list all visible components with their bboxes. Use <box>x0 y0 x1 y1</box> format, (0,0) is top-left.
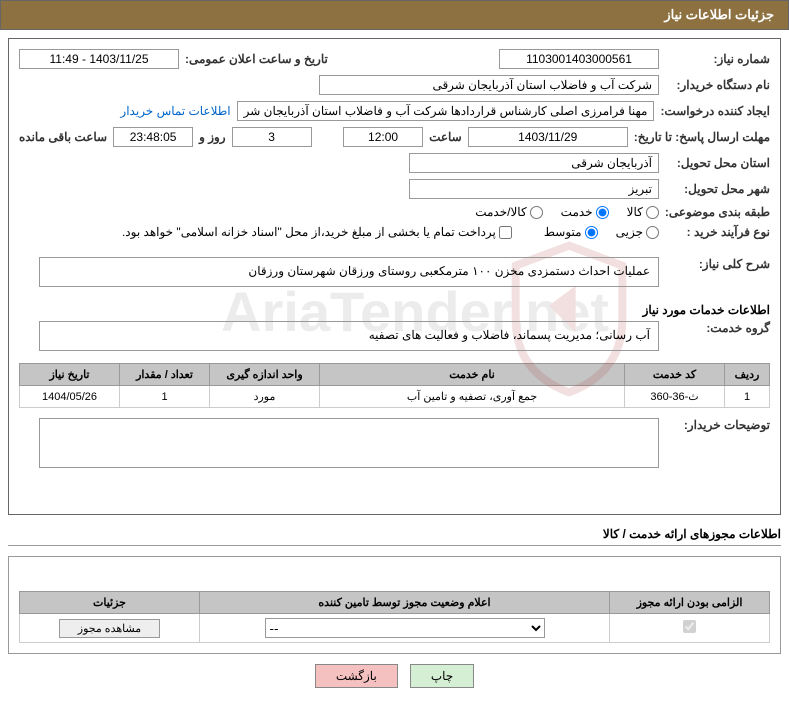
lbl-announce: تاریخ و ساعت اعلان عمومی: <box>185 52 328 66</box>
th-code: کد خدمت <box>625 364 725 386</box>
view-license-button[interactable]: مشاهده مجوز <box>59 619 160 638</box>
lbl-purchase-type: نوع فرآیند خرید : <box>665 225 770 239</box>
cell-date: 1404/05/26 <box>20 386 120 408</box>
treasury-note: پرداخت تمام یا بخشی از مبلغ خرید،از محل … <box>122 225 496 239</box>
services-table: ردیف کد خدمت نام خدمت واحد اندازه گیری ت… <box>19 363 770 408</box>
buyer-org: شرکت آب و فاضلاب استان آذربایجان شرقی <box>319 75 659 95</box>
th-mandatory: الزامی بودن ارائه مجوز <box>610 592 770 614</box>
th-date: تاریخ نیاز <box>20 364 120 386</box>
days-left: 3 <box>232 127 312 147</box>
need-desc: عملیات احداث دستمزدی مخزن ۱۰۰ مترمکعبی ر… <box>39 257 659 287</box>
radio-medium-label: متوسط <box>544 225 582 239</box>
license-table: الزامی بودن ارائه مجوز اعلام وضعیت مجوز … <box>19 591 770 643</box>
status-select[interactable]: -- <box>265 618 545 638</box>
table-row: -- مشاهده مجوز <box>20 614 770 643</box>
back-button[interactable]: بازگشت <box>315 664 398 688</box>
lbl-requester: ایجاد کننده درخواست: <box>660 104 770 118</box>
lbl-need-number: شماره نیاز: <box>665 52 770 66</box>
city: تبریز <box>409 179 659 199</box>
radio-partial[interactable] <box>646 226 659 239</box>
services-info-title: اطلاعات خدمات مورد نیاز <box>19 303 770 317</box>
action-buttons: چاپ بازگشت <box>0 664 789 688</box>
th-details: جزئیات <box>20 592 200 614</box>
cell-unit: مورد <box>210 386 320 408</box>
checkbox-treasury[interactable] <box>499 226 512 239</box>
lbl-need-desc: شرح کلی نیاز: <box>665 257 770 271</box>
radio-goods-service[interactable] <box>530 206 543 219</box>
th-status: اعلام وضعیت مجوز توسط تامین کننده <box>200 592 610 614</box>
deadline-date: 1403/11/29 <box>468 127 628 147</box>
cell-code: ث-36-360 <box>625 386 725 408</box>
buyer-contact-link[interactable]: اطلاعات تماس خریدار <box>120 104 230 118</box>
th-row: ردیف <box>725 364 770 386</box>
category-radio-group: کالا خدمت کالا/خدمت <box>475 205 659 219</box>
page-title: جزئیات اطلاعات نیاز <box>0 0 789 30</box>
need-number: 1103001403000561 <box>499 49 659 69</box>
lbl-remaining: ساعت باقی مانده <box>19 130 107 144</box>
checkbox-mandatory <box>683 620 696 633</box>
requester: مهنا فرامرزی اصلی کارشناس قراردادها شرکت… <box>237 101 655 121</box>
radio-partial-label: جزیی <box>616 225 643 239</box>
license-section-title: اطلاعات مجوزهای ارائه خدمت / کالا <box>8 523 781 546</box>
license-panel: الزامی بودن ارائه مجوز اعلام وضعیت مجوز … <box>8 556 781 654</box>
print-button[interactable]: چاپ <box>410 664 474 688</box>
radio-service[interactable] <box>596 206 609 219</box>
details-panel: AriaTender.net شماره نیاز: 1103001403000… <box>8 38 781 515</box>
deadline-hour: 12:00 <box>343 127 423 147</box>
lbl-buyer-org: نام دستگاه خریدار: <box>665 78 770 92</box>
lbl-buyer-notes: توضیحات خریدار: <box>665 418 770 432</box>
lbl-category: طبقه بندی موضوعی: <box>665 205 770 219</box>
buyer-notes <box>39 418 659 468</box>
lbl-service-group: گروه خدمت: <box>665 321 770 335</box>
th-unit: واحد اندازه گیری <box>210 364 320 386</box>
purchase-type-radio-group: جزیی متوسط <box>544 225 659 239</box>
table-row: 1 ث-36-360 جمع آوری، تصفیه و تامین آب مو… <box>20 386 770 408</box>
radio-medium[interactable] <box>585 226 598 239</box>
lbl-city: شهر محل تحویل: <box>665 182 770 196</box>
cell-row: 1 <box>725 386 770 408</box>
radio-goods-service-label: کالا/خدمت <box>475 205 526 219</box>
announce-datetime: 1403/11/25 - 11:49 <box>19 49 179 69</box>
lbl-days-and: روز و <box>199 130 226 144</box>
cell-qty: 1 <box>120 386 210 408</box>
radio-goods[interactable] <box>646 206 659 219</box>
th-name: نام خدمت <box>320 364 625 386</box>
lbl-deadline: مهلت ارسال پاسخ: تا تاریخ: <box>634 130 770 144</box>
province: آذربایجان شرقی <box>409 153 659 173</box>
th-qty: تعداد / مقدار <box>120 364 210 386</box>
lbl-province: استان محل تحویل: <box>665 156 770 170</box>
hours-left: 23:48:05 <box>113 127 193 147</box>
lbl-hour: ساعت <box>429 130 462 144</box>
service-group: آب رسانی؛ مدیریت پسماند، فاضلاب و فعالیت… <box>39 321 659 351</box>
radio-service-label: خدمت <box>561 205 593 219</box>
cell-name: جمع آوری، تصفیه و تامین آب <box>320 386 625 408</box>
radio-goods-label: کالا <box>627 205 643 219</box>
